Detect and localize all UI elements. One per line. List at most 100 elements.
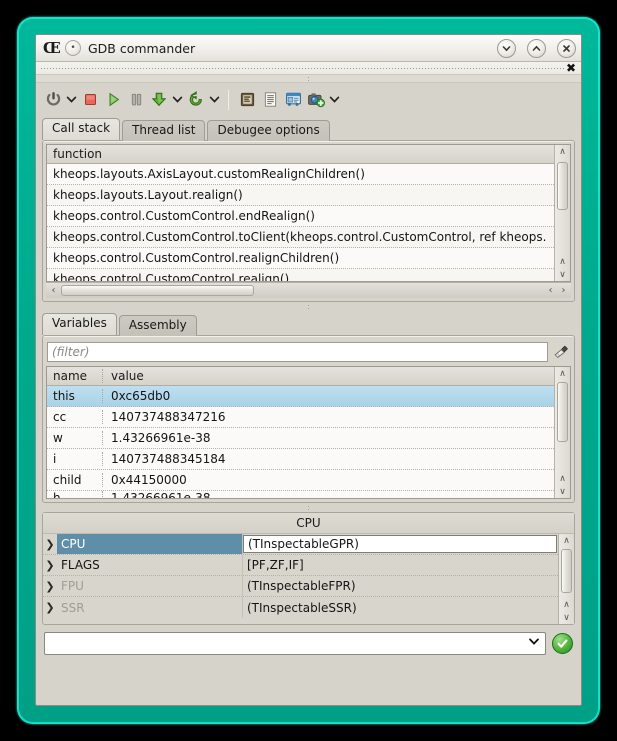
table-row[interactable]: ❯ SSR (TInspectableSSR) xyxy=(43,597,558,618)
dock-close-icon[interactable]: ✖ xyxy=(565,63,577,73)
table-row[interactable]: this 0xc65db0 xyxy=(47,386,554,407)
tab-assembly[interactable]: Assembly xyxy=(119,315,197,336)
table-row[interactable]: kheops.layouts.AxisLayout.customRealignC… xyxy=(47,164,554,185)
maximize-button[interactable] xyxy=(527,39,546,58)
cpu-register-value[interactable]: (TInspectableFPR) xyxy=(243,576,558,596)
tab-variables[interactable]: Variables xyxy=(42,313,117,335)
table-row[interactable]: child 0x44150000 xyxy=(47,470,554,491)
expand-chevron-icon[interactable]: ❯ xyxy=(43,555,57,575)
splitter-variables-cpu[interactable] xyxy=(36,503,581,512)
table-row[interactable]: i 140737488345184 xyxy=(47,449,554,470)
command-input-combobox[interactable] xyxy=(44,632,546,655)
step-over-dropdown[interactable] xyxy=(208,87,221,113)
vscroll-track[interactable] xyxy=(555,158,570,255)
variable-value: 0xc65db0 xyxy=(103,389,554,403)
scroll-down-arrow-icon[interactable]: ∨ xyxy=(555,268,570,281)
table-row[interactable]: ❯ FPU (TInspectableFPR) xyxy=(43,576,558,597)
scroll-right-arrow-icon[interactable]: › xyxy=(557,285,570,296)
expand-chevron-icon[interactable]: ❯ xyxy=(43,576,57,596)
expand-chevron-icon[interactable]: ❯ xyxy=(43,534,57,554)
scroll-up-arrow-icon[interactable]: ∧ xyxy=(555,367,570,380)
snapshot-dropdown[interactable] xyxy=(328,87,341,113)
variables-header-value[interactable]: value xyxy=(103,369,554,383)
start-debug-button[interactable] xyxy=(42,87,64,113)
pause-button[interactable] xyxy=(125,87,147,113)
variable-name: cc xyxy=(47,410,103,424)
table-row[interactable]: h 1.43266961e-38 xyxy=(47,491,554,498)
table-row[interactable]: w 1.43266961e-38 xyxy=(47,428,554,449)
output-view-button[interactable] xyxy=(259,87,281,113)
table-row[interactable]: kheops.control.CustomControl.realign() xyxy=(47,269,554,281)
table-row[interactable]: kheops.control.CustomControl.endRealign(… xyxy=(47,206,554,227)
dock-grip-strip-secondary[interactable] xyxy=(36,75,581,83)
clear-filter-button[interactable] xyxy=(552,342,570,362)
gdb-window-button[interactable] xyxy=(282,87,304,113)
filter-input[interactable]: (filter) xyxy=(47,342,548,362)
table-row[interactable]: ❯ CPU (TInspectableGPR) xyxy=(43,534,558,555)
vscroll-thumb[interactable] xyxy=(557,382,568,442)
cpu-register-name[interactable]: CPU xyxy=(57,534,243,554)
variables-vertical-scrollbar[interactable]: ∧ ∧ ∨ xyxy=(554,367,570,498)
call-stack-grid[interactable]: function kheops.layouts.AxisLayout.custo… xyxy=(46,144,571,282)
table-row[interactable]: cc 140737488347216 xyxy=(47,407,554,428)
run-continue-button[interactable] xyxy=(102,87,124,113)
vscroll-track[interactable] xyxy=(555,380,570,472)
table-row[interactable]: kheops.control.CustomControl.realignChil… xyxy=(47,248,554,269)
vscroll-thumb[interactable] xyxy=(557,162,568,210)
scroll-up-arrow-icon[interactable]: ∧ xyxy=(555,145,570,158)
close-button[interactable] xyxy=(557,39,576,58)
step-over-button[interactable] xyxy=(185,87,207,113)
variables-header-name[interactable]: name xyxy=(47,369,103,383)
cpu-register-name[interactable]: FPU xyxy=(57,576,243,596)
tab-debugee-options[interactable]: Debugee options xyxy=(207,120,329,141)
splitter-callstack-variables[interactable] xyxy=(36,302,581,311)
call-stack-header-function[interactable]: function xyxy=(47,145,554,164)
document-lines-icon xyxy=(261,90,280,109)
snapshot-button[interactable] xyxy=(305,87,327,113)
hscroll-thumb[interactable] xyxy=(61,285,254,296)
cpu-register-value[interactable]: (TInspectableGPR) xyxy=(243,535,557,553)
dot-button-icon[interactable]: • xyxy=(65,40,81,56)
cpu-register-name[interactable]: SSR xyxy=(57,597,243,618)
step-into-dropdown[interactable] xyxy=(171,87,184,113)
scroll-page-down-arrow-icon[interactable]: ∧ xyxy=(555,472,570,485)
cpu-register-name[interactable]: FLAGS xyxy=(57,555,243,575)
call-stack-vertical-scrollbar[interactable]: ∧ ∧ ∨ xyxy=(554,145,570,281)
variable-value: 1.43266961e-38 xyxy=(103,431,554,445)
registers-view-button[interactable] xyxy=(236,87,258,113)
scroll-left-arrow-icon[interactable]: ‹ xyxy=(47,285,60,296)
cpu-register-value[interactable]: (TInspectableSSR) xyxy=(243,597,558,618)
chevron-down-icon[interactable] xyxy=(527,637,541,649)
stop-button[interactable] xyxy=(79,87,101,113)
expand-chevron-icon[interactable]: ❯ xyxy=(43,597,57,618)
grip-dots-icon xyxy=(307,304,310,309)
minimize-button[interactable] xyxy=(497,39,516,58)
scroll-page-up-arrow-icon[interactable]: ∧ xyxy=(555,255,570,268)
cpu-register-value[interactable]: [PF,ZF,IF] xyxy=(243,555,558,575)
start-options-dropdown[interactable] xyxy=(65,87,78,113)
tab-call-stack[interactable]: Call stack xyxy=(42,118,120,140)
variables-grid[interactable]: name value this 0xc65db0 xyxy=(46,366,571,499)
dock-grip-strip[interactable]: ✖ xyxy=(36,62,581,75)
call-stack-horizontal-scrollbar[interactable]: ‹ ‹ › xyxy=(46,282,571,298)
table-row[interactable]: kheops.control.CustomControl.toClient(kh… xyxy=(47,227,554,248)
variable-name: i xyxy=(47,452,103,466)
scroll-page-down-arrow-icon[interactable]: ∧ xyxy=(559,598,574,611)
scroll-page-left-arrow-icon[interactable]: ‹ xyxy=(544,285,557,296)
cpu-vertical-scrollbar[interactable]: ∧ ∧ ∨ xyxy=(558,534,574,624)
hscroll-track[interactable] xyxy=(60,285,544,296)
vscroll-track[interactable] xyxy=(559,547,574,598)
scroll-down-arrow-icon[interactable]: ∨ xyxy=(555,485,570,498)
toolbar-separator xyxy=(228,90,229,110)
vscroll-thumb[interactable] xyxy=(561,549,572,593)
drag-grip-dots-icon[interactable] xyxy=(40,66,565,71)
variables-header[interactable]: name value xyxy=(47,367,554,386)
step-into-button[interactable] xyxy=(148,87,170,113)
pause-bars-icon xyxy=(127,90,146,109)
scroll-down-arrow-icon[interactable]: ∨ xyxy=(559,611,574,624)
table-row[interactable]: kheops.layouts.Layout.realign() xyxy=(47,185,554,206)
send-command-button[interactable] xyxy=(552,633,573,654)
scroll-up-arrow-icon[interactable]: ∧ xyxy=(559,534,574,547)
table-row[interactable]: ❯ FLAGS [PF,ZF,IF] xyxy=(43,555,558,576)
tab-thread-list[interactable]: Thread list xyxy=(122,120,205,141)
